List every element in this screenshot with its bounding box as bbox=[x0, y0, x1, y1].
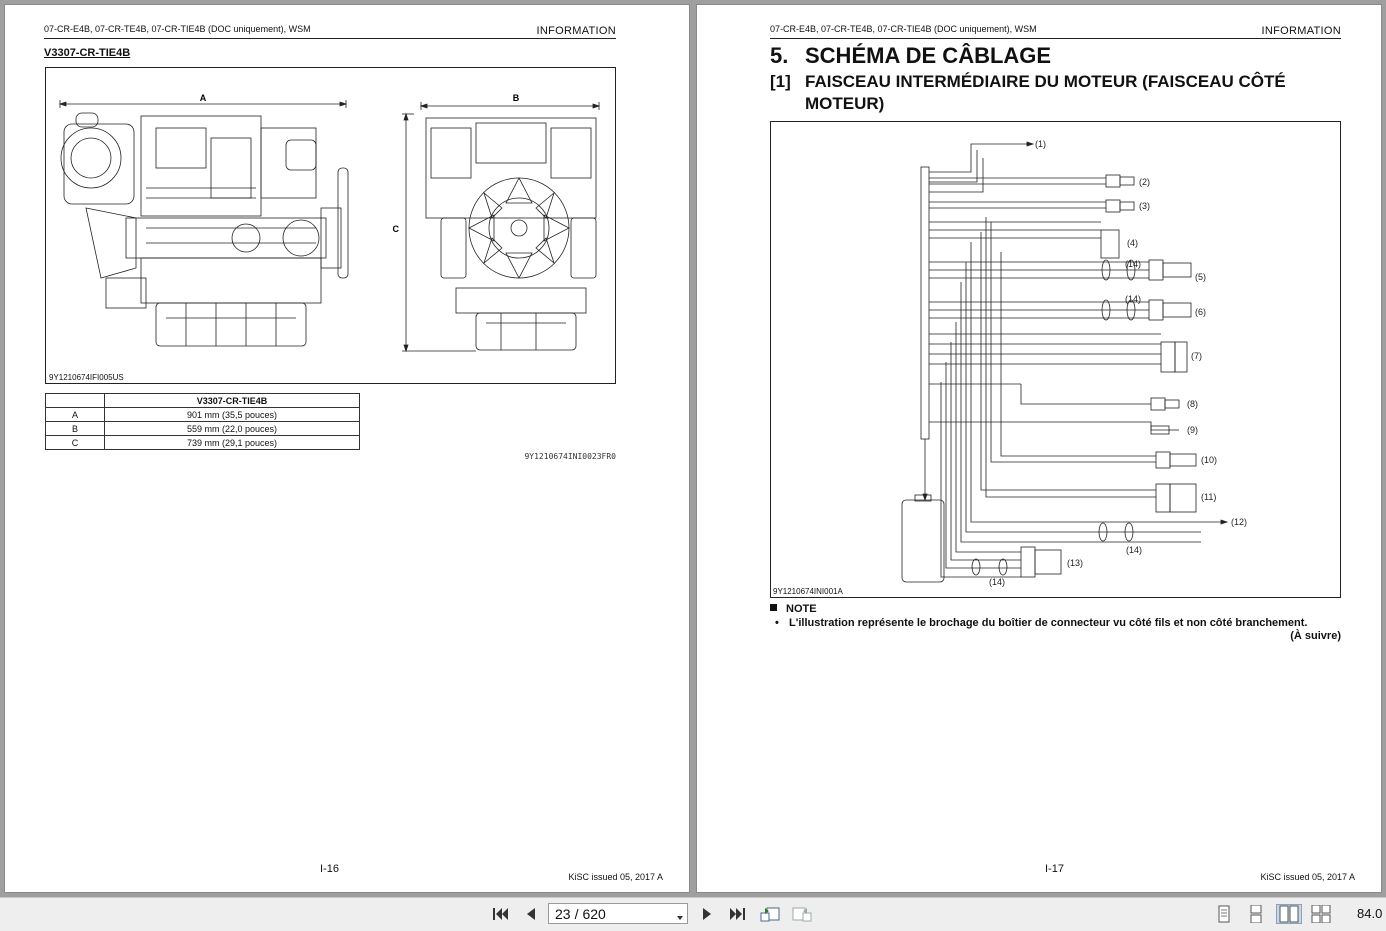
subsection-title-text: FAISCEAU INTERMÉDIAIRE DU MOTEUR (FAISCE… bbox=[805, 72, 1286, 113]
page-separator: / bbox=[574, 905, 579, 922]
continuous-view-icon[interactable] bbox=[1245, 904, 1267, 924]
single-page-view-icon[interactable] bbox=[1213, 904, 1235, 924]
dimension-b bbox=[419, 102, 601, 110]
subsection-title: [1] FAISCEAU INTERMÉDIAIRE DU MOTEUR (FA… bbox=[770, 71, 1330, 115]
callout-13: (13) bbox=[1067, 558, 1083, 568]
table-cell: B bbox=[45, 421, 105, 436]
note-title-text: NOTE bbox=[786, 603, 817, 615]
current-page[interactable]: 23 bbox=[555, 906, 571, 922]
continuous-facing-view-icon[interactable] bbox=[1310, 904, 1332, 924]
model-title: V3307-CR-TIE4B bbox=[44, 47, 131, 59]
table-header-cell bbox=[45, 393, 105, 408]
engine-side-view bbox=[60, 112, 349, 347]
callout-7: (7) bbox=[1191, 351, 1202, 361]
header-doc-title: 07-CR-E4B, 07-CR-TE4B, 07-CR-TIE4B (DOC … bbox=[44, 24, 311, 34]
callout-11: (11) bbox=[1201, 492, 1216, 502]
reference-code: 9Y1210674INI0023FR0 bbox=[524, 452, 616, 461]
viewer-toolbar: 23 / 620 84.0 bbox=[0, 897, 1386, 931]
section-title-text: SCHÉMA DE CÂBLAGE bbox=[805, 43, 1052, 68]
callout-5: (5) bbox=[1195, 272, 1206, 282]
diagram-callouts: (1) (2) (3) (4) (14) (5) (14) (6) (7) (8… bbox=[989, 139, 1247, 587]
wiring-diagram: (1) (2) (3) (4) (14) (5) (14) (6) (7) (8… bbox=[770, 121, 1341, 598]
table-row: A 901 mm (35,5 pouces) bbox=[45, 407, 360, 422]
issued-note: KiSC issued 05, 2017 A bbox=[568, 872, 663, 882]
wiring-lines bbox=[901, 141, 1229, 583]
next-page-icon[interactable] bbox=[696, 904, 718, 924]
zoom-level[interactable]: 84.0 bbox=[1357, 906, 1382, 921]
table-row: C 739 mm (29,1 pouces) bbox=[45, 435, 360, 450]
callout-10: (10) bbox=[1201, 455, 1217, 465]
continued-label: (À suivre) bbox=[1290, 630, 1341, 642]
dim-label-a: A bbox=[200, 93, 207, 103]
next-view-icon[interactable] bbox=[791, 904, 813, 924]
note-title: NOTE bbox=[770, 603, 817, 615]
callout-8: (8) bbox=[1187, 399, 1198, 409]
first-page-icon[interactable] bbox=[489, 904, 511, 924]
dim-label-c: C bbox=[393, 224, 400, 234]
table-header-row: V3307-CR-TIE4B bbox=[45, 393, 360, 408]
subsection-number: [1] bbox=[770, 72, 791, 91]
header-rule bbox=[770, 38, 1341, 39]
header-section: INFORMATION bbox=[1261, 25, 1341, 37]
facing-view-icon[interactable] bbox=[1276, 904, 1302, 924]
previous-view-icon[interactable] bbox=[759, 904, 781, 924]
header-rule bbox=[44, 38, 616, 39]
callout-14c: (14) bbox=[1126, 545, 1142, 555]
engine-front-view bbox=[425, 117, 597, 351]
callout-2: (2) bbox=[1139, 177, 1150, 187]
section-number: 5. bbox=[770, 43, 789, 68]
page-number-field[interactable]: 23 / 620 bbox=[548, 903, 688, 924]
table-cell: A bbox=[45, 407, 105, 422]
dimension-c bbox=[402, 112, 476, 353]
callout-12: (12) bbox=[1231, 517, 1247, 527]
previous-page-icon[interactable] bbox=[520, 904, 542, 924]
table-header-cell: V3307-CR-TIE4B bbox=[104, 393, 360, 408]
callout-6: (6) bbox=[1195, 307, 1206, 317]
callout-14d: (14) bbox=[989, 577, 1005, 587]
dimensions-table: V3307-CR-TIE4B A 901 mm (35,5 pouces) B … bbox=[45, 393, 360, 450]
table-cell: 901 mm (35,5 pouces) bbox=[104, 407, 360, 422]
bullet-icon: • bbox=[775, 617, 779, 629]
callout-3: (3) bbox=[1139, 201, 1150, 211]
page-number: I-17 bbox=[1045, 863, 1064, 875]
table-cell: 739 mm (29,1 pouces) bbox=[104, 435, 360, 450]
figure-id: 9Y1210674IFI005US bbox=[49, 373, 124, 382]
dim-label-b: B bbox=[513, 93, 520, 103]
total-pages: 620 bbox=[582, 905, 606, 922]
table-cell: C bbox=[45, 435, 105, 450]
chevron-down-icon[interactable] bbox=[676, 909, 684, 925]
wiring-drawing: (1) (2) (3) (4) (14) (5) (14) (6) (7) (8… bbox=[901, 139, 1247, 587]
callout-1: (1) bbox=[1035, 139, 1046, 149]
left-page: 07-CR-E4B, 07-CR-TE4B, 07-CR-TIE4B (DOC … bbox=[5, 5, 689, 892]
note-text: L'illustration représente le brochage du… bbox=[789, 617, 1308, 629]
table-cell: 559 mm (22,0 pouces) bbox=[104, 421, 360, 436]
callout-14b: (14) bbox=[1125, 294, 1141, 304]
note-body: • L'illustration représente le brochage d… bbox=[775, 617, 1345, 629]
header-doc-title: 07-CR-E4B, 07-CR-TE4B, 07-CR-TIE4B (DOC … bbox=[770, 24, 1037, 34]
note-square-icon bbox=[770, 604, 777, 611]
header-section: INFORMATION bbox=[536, 25, 616, 37]
callout-4: (4) bbox=[1127, 238, 1138, 248]
issued-note: KiSC issued 05, 2017 A bbox=[1260, 872, 1355, 882]
page-number: I-16 bbox=[320, 863, 339, 875]
table-row: B 559 mm (22,0 pouces) bbox=[45, 421, 360, 436]
engine-drawing: A B C bbox=[58, 93, 601, 353]
engine-figure: A B C 9Y1210674IFI005US bbox=[45, 67, 616, 384]
last-page-icon[interactable] bbox=[727, 904, 749, 924]
callout-14a: (14) bbox=[1125, 259, 1141, 269]
right-page: 07-CR-E4B, 07-CR-TE4B, 07-CR-TIE4B (DOC … bbox=[697, 5, 1381, 892]
section-title: 5. SCHÉMA DE CÂBLAGE bbox=[770, 43, 1051, 69]
callout-9: (9) bbox=[1187, 425, 1198, 435]
diagram-id: 9Y1210674INI001A bbox=[773, 587, 843, 596]
